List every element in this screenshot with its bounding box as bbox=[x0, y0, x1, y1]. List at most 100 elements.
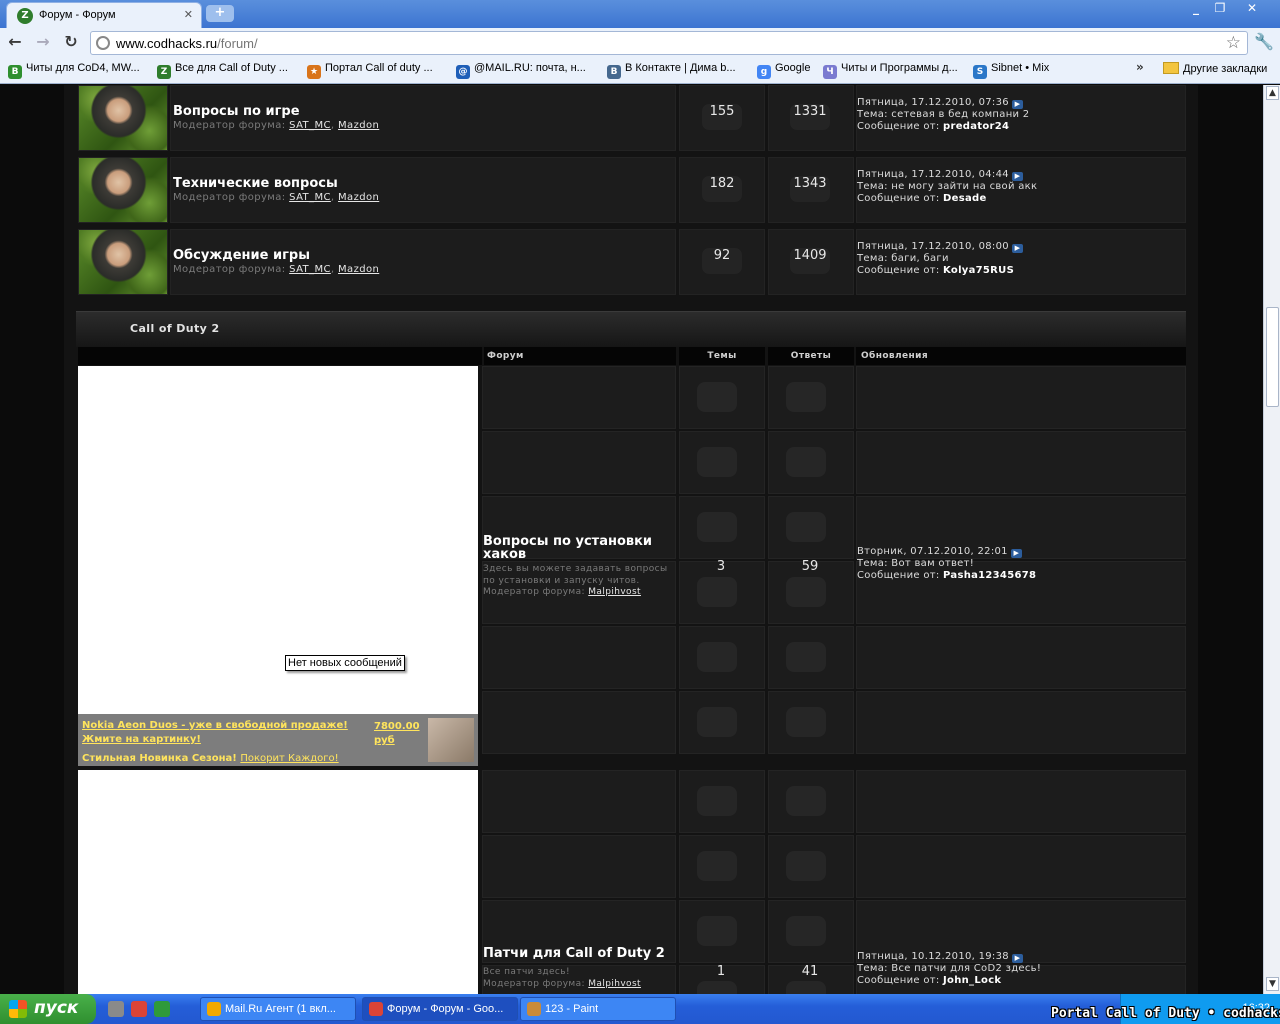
bookmark-favicon-icon: g bbox=[757, 65, 771, 79]
ad-text-strip[interactable]: Nokia Aeon Duos - уже в свободной продаж… bbox=[78, 714, 478, 766]
replies-placeholder bbox=[786, 642, 826, 672]
bookmark-item[interactable]: @ @MAIL.RU: почта, н... bbox=[456, 62, 586, 80]
forum-title-link[interactable]: Патчи для Call of Duty 2 bbox=[483, 947, 673, 960]
updates-grid-cell bbox=[856, 835, 1186, 898]
go-to-post-icon[interactable]: ▶ bbox=[1010, 549, 1022, 558]
quicklaunch-app-icon[interactable] bbox=[154, 1001, 170, 1017]
taskbar-task[interactable]: Форум - Форум - Goo... bbox=[362, 997, 518, 1021]
topic-name[interactable]: Все патчи для CoD2 здесь! bbox=[891, 963, 1041, 974]
moderator-link[interactable]: Malpihvost bbox=[588, 979, 641, 989]
reload-icon[interactable]: ↻ bbox=[60, 32, 82, 54]
last-post-topic[interactable]: Тема: Все патчи для CoD2 здесь! bbox=[857, 963, 1177, 975]
other-bookmarks[interactable]: Другие закладки bbox=[1163, 62, 1267, 80]
back-icon[interactable]: ← bbox=[4, 32, 26, 54]
topic-name[interactable]: баги, баги bbox=[891, 253, 948, 264]
tooltip: Нет новых сообщений bbox=[285, 655, 405, 671]
bookmark-item[interactable]: Ч Читы и Программы д... bbox=[823, 62, 958, 80]
ad-banner-area-2[interactable] bbox=[78, 770, 478, 994]
author-prefix: Сообщение от: bbox=[857, 121, 940, 132]
tab-close-icon[interactable]: ✕ bbox=[184, 8, 193, 21]
topic-name[interactable]: Вот вам ответ! bbox=[891, 558, 974, 569]
moderator-link[interactable]: Mazdon bbox=[338, 120, 379, 131]
ad-banner-area[interactable] bbox=[78, 366, 478, 714]
bookmark-item[interactable]: Z Все для Call of Duty ... bbox=[157, 62, 288, 80]
bookmark-item[interactable]: В В Контакте | Дима b... bbox=[607, 62, 736, 80]
wrench-menu-icon[interactable]: 🔧 bbox=[1254, 32, 1274, 51]
ad-price[interactable]: 7800.00 руб bbox=[374, 720, 420, 748]
moderators: Модератор форума: SAT_MC, Mazdon bbox=[173, 264, 380, 275]
author-name[interactable]: Kolya75RUS bbox=[943, 265, 1014, 276]
bookmark-star-icon[interactable]: ☆ bbox=[1226, 33, 1241, 53]
taskbar-task[interactable]: 123 - Paint bbox=[520, 997, 676, 1021]
bookmark-item[interactable]: ★ Портал Call of duty ... bbox=[307, 62, 433, 80]
quicklaunch-settings-icon[interactable] bbox=[108, 1001, 124, 1017]
last-post-topic[interactable]: Тема: баги, баги bbox=[857, 253, 1177, 265]
author-name[interactable]: John_Lock bbox=[943, 975, 1001, 986]
bookmark-favicon-icon: Ч bbox=[823, 65, 837, 79]
go-to-post-icon[interactable]: ▶ bbox=[1011, 244, 1023, 253]
reply-count: 59 bbox=[801, 559, 819, 574]
quicklaunch-chrome-icon[interactable] bbox=[131, 1001, 147, 1017]
start-button[interactable]: пуск bbox=[0, 994, 96, 1024]
go-to-post-icon[interactable]: ▶ bbox=[1011, 100, 1023, 109]
forum-title-link[interactable]: Вопросы по игре bbox=[173, 104, 300, 119]
bookmark-label: Google bbox=[775, 62, 811, 74]
browser-titlebar: Z Форум - Форум ✕ + _ ❐ ✕ bbox=[0, 0, 1280, 28]
author-name[interactable]: Desade bbox=[943, 193, 987, 204]
replies-placeholder bbox=[786, 512, 826, 542]
minimize-icon[interactable]: _ bbox=[1184, 1, 1208, 17]
go-to-post-icon[interactable]: ▶ bbox=[1011, 172, 1023, 181]
site-favicon-icon: Z bbox=[17, 8, 33, 24]
topic-prefix: Тема: bbox=[857, 558, 888, 569]
go-to-post-icon[interactable]: ▶ bbox=[1011, 954, 1023, 963]
more-bookmarks-icon[interactable]: » bbox=[1136, 60, 1144, 74]
moderator-link[interactable]: SAT_MC bbox=[289, 192, 331, 203]
ad-slogan[interactable]: Стильная Новинка Сезона! Покорит Каждого… bbox=[82, 753, 339, 764]
forum-grid-cell bbox=[482, 431, 676, 494]
bookmark-item[interactable]: S Sibnet • Mix bbox=[973, 62, 1049, 80]
topic-name[interactable]: не могу зайти на свой акк bbox=[891, 181, 1037, 192]
forum-title-link[interactable]: Вопросы по установки хаков bbox=[483, 535, 673, 561]
vertical-scrollbar[interactable]: ▲ ▼ bbox=[1263, 85, 1280, 994]
tab-forum[interactable]: Z Форум - Форум ✕ bbox=[6, 2, 202, 28]
last-post-topic[interactable]: Тема: сетевая в бед компани 2 bbox=[857, 109, 1177, 121]
forum-grid-cell bbox=[482, 691, 676, 754]
moderators: Модератор форума: Malpihvost bbox=[483, 978, 673, 990]
scroll-down-icon[interactable]: ▼ bbox=[1266, 977, 1279, 991]
moderator-link[interactable]: Malpihvost bbox=[588, 587, 641, 597]
scroll-up-icon[interactable]: ▲ bbox=[1266, 86, 1279, 100]
last-post-date: Пятница, 17.12.2010, 08:00 ▶ bbox=[857, 241, 1177, 253]
taskbar-task[interactable]: Mail.Ru Агент (1 вкл... bbox=[200, 997, 356, 1021]
forum-title-link[interactable]: Технические вопросы bbox=[173, 176, 338, 191]
topics-placeholder bbox=[697, 707, 737, 737]
close-window-icon[interactable]: ✕ bbox=[1240, 1, 1264, 17]
ad-headline-link[interactable]: Nokia Aeon Duos - уже в свободной продаж… bbox=[82, 720, 348, 731]
topic-count: 155 bbox=[702, 104, 742, 130]
address-bar[interactable]: www.codhacks.ru/forum/ ☆ bbox=[90, 31, 1248, 55]
moderator-link[interactable]: SAT_MC bbox=[289, 120, 331, 131]
author-name[interactable]: Pasha12345678 bbox=[943, 570, 1036, 581]
topic-name[interactable]: сетевая в бед компани 2 bbox=[891, 109, 1029, 120]
author-name[interactable]: predator24 bbox=[943, 121, 1009, 132]
maximize-icon[interactable]: ❐ bbox=[1208, 1, 1232, 17]
forward-icon[interactable]: → bbox=[32, 32, 54, 54]
task-label: Mail.Ru Агент (1 вкл... bbox=[225, 1003, 336, 1015]
updates-grid-cell bbox=[856, 431, 1186, 494]
bookmark-item[interactable]: g Google bbox=[757, 62, 810, 80]
moderator-link[interactable]: SAT_MC bbox=[289, 264, 331, 275]
ad-phone-image[interactable] bbox=[428, 718, 474, 762]
bookmark-item[interactable]: B Читы для CoD4, MW... bbox=[8, 62, 140, 80]
forum-title-link[interactable]: Обсуждение игры bbox=[173, 248, 310, 263]
ad-cta-link[interactable]: Жмите на картинку! bbox=[82, 734, 201, 745]
moderator-link[interactable]: Mazdon bbox=[338, 192, 379, 203]
last-post-date: Пятница, 17.12.2010, 07:36 ▶ bbox=[857, 97, 1177, 109]
updates-grid-cell bbox=[856, 770, 1186, 833]
last-post-topic[interactable]: Тема: не могу зайти на свой акк bbox=[857, 181, 1177, 193]
replies-placeholder bbox=[786, 851, 826, 881]
new-tab-button[interactable]: + bbox=[206, 5, 234, 22]
url-text[interactable]: www.codhacks.ru/forum/ bbox=[116, 36, 258, 51]
last-post-topic[interactable]: Тема: Вот вам ответ! bbox=[857, 558, 1177, 570]
moderator-link[interactable]: Mazdon bbox=[338, 264, 379, 275]
bookmark-label: В Контакте | Дима b... bbox=[625, 62, 736, 74]
scroll-thumb[interactable] bbox=[1266, 307, 1279, 407]
